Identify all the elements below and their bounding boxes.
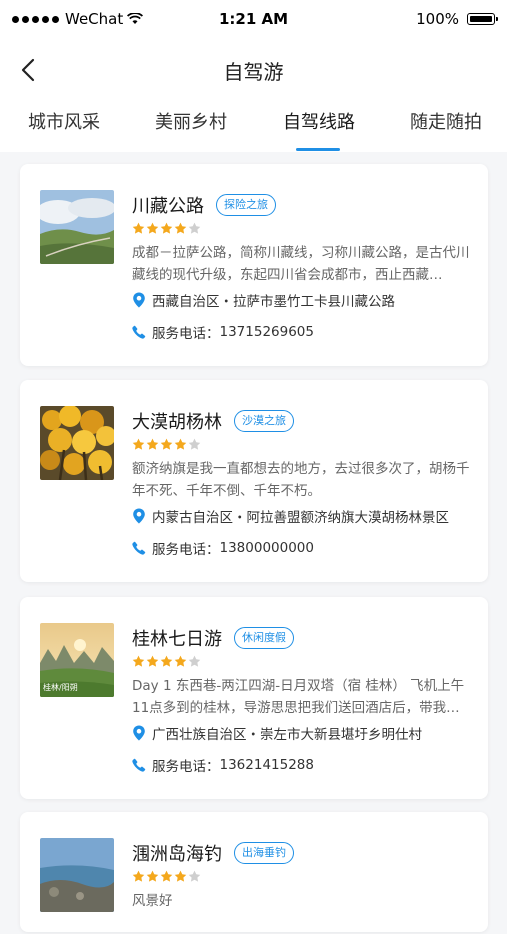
route-thumbnail: 桂林/阳朔 (40, 623, 114, 697)
location-pin-icon (133, 725, 145, 741)
phone-icon (132, 758, 146, 772)
route-tag: 休闲度假 (234, 627, 294, 649)
route-tag: 出海垂钓 (234, 842, 294, 864)
location-row: 广西壮族自治区・崇左市大新县堪圩乡明仕村 (132, 723, 422, 743)
rating-stars (132, 438, 201, 451)
tab-driving-routes[interactable]: 自驾线路 (283, 108, 355, 134)
route-description: 成都－拉萨公路，简称川藏线，习称川藏公路，是古代川藏线的现代升级，东起四川省会成… (132, 245, 470, 283)
phone-icon (132, 325, 146, 339)
rating-stars (132, 222, 201, 235)
tab-village[interactable]: 美丽乡村 (155, 108, 227, 134)
route-card[interactable]: 大漠胡杨林 沙漠之旅 额济纳旗是我一直都想去的地方，去过很多次了，胡杨千年不死、… (20, 380, 488, 582)
star-icon (160, 222, 173, 234)
star-icon (132, 222, 145, 234)
phone-number[interactable]: 13800000000 (220, 540, 314, 556)
route-name: 大漠胡杨林 (132, 412, 222, 433)
tab-city[interactable]: 城市风采 (28, 108, 100, 134)
route-description: Day 1 东西巷-两江四湖-日月双塔（宿 桂林） 飞机上午11点多到的桂林，导… (132, 678, 465, 716)
status-bar: WeChat 1:21 AM 100% (0, 0, 507, 38)
route-name: 川藏公路 (132, 196, 204, 217)
active-tab-indicator (296, 148, 340, 151)
route-description: 额济纳旗是我一直都想去的地方，去过很多次了，胡杨千年不死、千年不倒、千年不朽。 (132, 461, 470, 499)
location-pin-icon (133, 508, 145, 524)
star-empty-icon (188, 438, 201, 450)
phone-icon (132, 541, 146, 555)
route-card[interactable]: 桂林/阳朔 桂林七日游 休闲度假 Day 1 东西巷-两江四湖-日月双塔（宿 桂… (20, 597, 488, 799)
location-text: 广西壮族自治区・崇左市大新县堪圩乡明仕村 (152, 727, 422, 743)
phone-label: 服务电话： (152, 759, 220, 775)
phone-number[interactable]: 13715269605 (220, 324, 314, 340)
star-icon (174, 870, 187, 882)
star-icon (132, 870, 145, 882)
phone-label: 服务电话： (152, 326, 220, 342)
route-tag: 沙漠之旅 (234, 410, 294, 432)
star-icon (160, 870, 173, 882)
star-icon (132, 438, 145, 450)
star-icon (146, 655, 159, 667)
route-thumbnail (40, 190, 114, 264)
tab-bar: 城市风采 美丽乡村 自驾线路 随走随拍 (0, 108, 507, 152)
thumbnail-caption: 桂林/阳朔 (43, 683, 78, 692)
nav-bar: 自驾游 (0, 44, 507, 96)
location-pin-icon (133, 292, 145, 308)
route-thumbnail (40, 406, 114, 480)
rating-stars (132, 655, 201, 668)
tab-snapshots[interactable]: 随走随拍 (410, 108, 482, 134)
phone-number[interactable]: 13621415288 (220, 757, 314, 773)
route-description: 风景好 (132, 893, 173, 909)
star-icon (146, 222, 159, 234)
route-card[interactable]: 涠洲岛海钓 出海垂钓 风景好 (20, 812, 488, 932)
battery-icon (467, 13, 498, 25)
star-icon (146, 438, 159, 450)
page-title: 自驾游 (223, 60, 284, 84)
route-card[interactable]: 川藏公路 探险之旅 成都－拉萨公路，简称川藏线，习称川藏公路，是古代川藏线的现代… (20, 164, 488, 366)
star-icon (160, 438, 173, 450)
star-icon (132, 655, 145, 667)
star-icon (160, 655, 173, 667)
phone-row: 服务电话： 13800000000 (132, 538, 314, 558)
star-empty-icon (188, 222, 201, 234)
star-icon (174, 438, 187, 450)
star-empty-icon (188, 870, 201, 882)
phone-label: 服务电话： (152, 542, 220, 558)
location-row: 内蒙古自治区・阿拉善盟额济纳旗大漠胡杨林景区 (132, 506, 449, 526)
location-text: 西藏自治区・拉萨市墨竹工卡县川藏公路 (152, 294, 395, 310)
star-icon (174, 655, 187, 667)
rating-stars (132, 870, 201, 883)
route-tag: 探险之旅 (216, 194, 276, 216)
phone-row: 服务电话： 13715269605 (132, 322, 314, 342)
header-area: WeChat 1:21 AM 100% 自驾游 城市风采 美丽乡村 自驾线路 随… (0, 0, 507, 152)
location-row: 西藏自治区・拉萨市墨竹工卡县川藏公路 (132, 290, 395, 310)
star-icon (174, 222, 187, 234)
location-text: 内蒙古自治区・阿拉善盟额济纳旗大漠胡杨林景区 (152, 510, 449, 526)
route-name: 涠洲岛海钓 (132, 844, 222, 865)
phone-row: 服务电话： 13621415288 (132, 755, 314, 775)
route-name: 桂林七日游 (132, 629, 222, 650)
route-thumbnail (40, 838, 114, 912)
star-icon (146, 870, 159, 882)
battery-percent: 100% (416, 10, 459, 28)
star-empty-icon (188, 655, 201, 667)
